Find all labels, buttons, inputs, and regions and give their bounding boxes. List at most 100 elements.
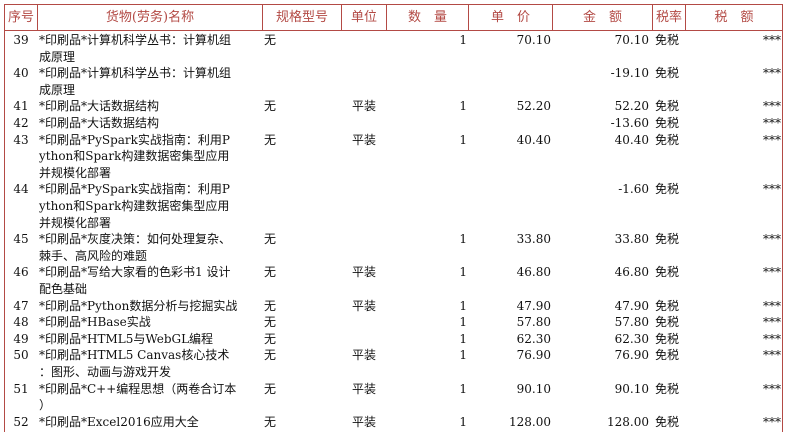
cell-spec: 无 <box>264 132 277 147</box>
table-row: 49 无 1 62.30 62.30 免税 *** *印刷品*HTML5与WebGL编程 <box>5 331 782 348</box>
cell-amount: 76.90 <box>614 348 649 363</box>
cell-tax: *** <box>763 298 781 313</box>
table-row: 48 无 1 57.80 57.80 免税 *** *印刷品*HBase实战 <box>5 314 782 331</box>
cell-price: 57.80 <box>516 315 551 330</box>
cell-unit: 平装 <box>352 414 377 429</box>
cell-amount: 46.80 <box>614 265 649 280</box>
cell-name-line: 并规模化部署 <box>39 165 112 180</box>
cell-name-line: 成原理 <box>39 49 76 64</box>
table-row: 42 -13.60 免税 *** *印刷品*大话数据结构 <box>5 115 782 132</box>
cell-tax: *** <box>763 132 781 147</box>
cell-price: 47.90 <box>516 298 551 313</box>
cell-spec: 无 <box>264 33 277 47</box>
cell-name-line: ython和Spark构建数据密集型应用 <box>39 198 230 213</box>
cell-price: 46.80 <box>516 265 551 280</box>
cell-name-line: ython和Spark构建数据密集型应用 <box>39 149 230 164</box>
table-row: 46 无 平装 1 46.80 46.80 免税 *** *印刷品*写给大家看的色彩书1 设计配… <box>5 264 782 297</box>
cell-name-line: 配色基础 <box>39 281 88 296</box>
cell-qty: 1 <box>459 381 467 396</box>
table-row: 44 -1.60 免税 *** *印刷品*PySpark实战指南：利用P ython和Sp… <box>5 181 782 231</box>
cell-amount: 40.40 <box>614 132 649 147</box>
cell-unit: 平装 <box>352 298 377 313</box>
header-spec: 规格型号 <box>275 10 328 25</box>
cell-unit: 平装 <box>352 99 377 114</box>
header-name: 货物(劳务)名称 <box>105 10 195 25</box>
cell-seq: 49 <box>13 331 29 346</box>
cell-qty: 1 <box>459 99 467 114</box>
cell-seq: 52 <box>13 414 29 429</box>
cell-name-line: 并规模化部署 <box>39 215 112 230</box>
cell-price: 33.80 <box>516 232 551 247</box>
cell-seq: 43 <box>13 132 29 147</box>
cell-tax: *** <box>763 265 781 280</box>
cell-rate: 免税 <box>655 66 680 81</box>
cell-qty: 1 <box>459 348 467 363</box>
cell-name-line: *印刷品*HTML5 Canvas核心技术 <box>39 348 230 363</box>
cell-price: 52.20 <box>516 99 551 114</box>
cell-tax: *** <box>763 381 781 396</box>
cell-amount: -1.60 <box>618 182 649 197</box>
cell-unit: 平装 <box>352 265 377 280</box>
cell-name-line: *印刷品*C++编程思想（两卷合订本 <box>39 381 237 396</box>
cell-name-line: *印刷品*PySpark实战指南：利用P <box>39 132 230 147</box>
cell-tax: *** <box>763 331 781 346</box>
table-row: 40 -19.10 免税 *** *印刷品*计算机科学丛书：计算机组 成原理 <box>5 65 782 98</box>
table-row: 52 无 平装 1 128.00 128.00 免税 *** *印刷品*Excel2016应用大… <box>5 414 782 431</box>
cell-seq: 50 <box>13 348 29 363</box>
cell-spec: 无 <box>264 414 277 429</box>
cell-price: 70.10 <box>516 33 551 47</box>
cell-spec: 无 <box>264 265 277 280</box>
cell-price: 76.90 <box>516 348 551 363</box>
header-qty: 数 量 <box>407 10 447 25</box>
cell-amount: 52.20 <box>614 99 649 114</box>
cell-spec: 无 <box>264 232 277 247</box>
cell-tax: *** <box>763 348 781 363</box>
cell-tax: *** <box>763 33 781 47</box>
cell-rate: 免税 <box>655 33 680 47</box>
cell-qty: 1 <box>459 232 467 247</box>
cell-rate: 免税 <box>655 331 680 346</box>
cell-amount: 57.80 <box>614 315 649 330</box>
cell-rate: 免税 <box>655 116 680 130</box>
cell-rate: 免税 <box>655 315 680 330</box>
table-header: 序号 货物(劳务)名称 规格型号 单位 数 量 单 价 金 额 税率 税 额 <box>5 5 782 31</box>
cell-amount: 128.00 <box>607 414 649 429</box>
cell-name-line: *印刷品*写给大家看的色彩书1 设计 <box>39 265 231 280</box>
cell-rate: 免税 <box>655 232 680 247</box>
cell-tax: *** <box>763 414 781 429</box>
cell-tax: *** <box>763 315 781 330</box>
cell-price: 90.10 <box>516 381 551 396</box>
cell-qty: 1 <box>459 265 467 280</box>
cell-qty: 1 <box>459 298 467 313</box>
cell-qty: 1 <box>459 315 467 330</box>
cell-seq: 44 <box>13 182 29 197</box>
cell-qty: 1 <box>459 132 467 147</box>
cell-name-line: *印刷品*灰度决策：如何处理复杂、 <box>39 232 232 247</box>
cell-unit: 平装 <box>352 381 377 396</box>
cell-name-line: *印刷品*大话数据结构 <box>39 99 160 114</box>
cell-price: 40.40 <box>516 132 551 147</box>
cell-name-line: *印刷品*计算机科学丛书：计算机组 <box>39 33 232 47</box>
cell-rate: 免税 <box>655 182 680 197</box>
cell-rate: 免税 <box>655 99 680 114</box>
cell-name-line: *印刷品*大话数据结构 <box>39 116 160 130</box>
table-row: 43 无 平装 1 40.40 40.40 免税 *** *印刷品*PySpark实战指南：利用… <box>5 132 782 182</box>
cell-amount: 33.80 <box>614 232 649 247</box>
cell-price: 128.00 <box>509 414 551 429</box>
cell-spec: 无 <box>264 381 277 396</box>
cell-seq: 46 <box>13 265 29 280</box>
cell-rate: 免税 <box>655 381 680 396</box>
cell-qty: 1 <box>459 331 467 346</box>
table-row: 41 无 平装 1 52.20 52.20 免税 *** *印刷品*大话数据结构 <box>5 98 782 115</box>
header-amount: 金 额 <box>582 10 622 25</box>
cell-tax: *** <box>763 66 781 81</box>
cell-amount: 70.10 <box>614 33 649 47</box>
cell-spec: 无 <box>264 298 277 313</box>
header-price: 单 价 <box>490 10 530 25</box>
cell-name-line: ） <box>39 398 52 413</box>
cell-spec: 无 <box>264 331 277 346</box>
cell-name-line: *印刷品*计算机科学丛书：计算机组 <box>39 66 232 81</box>
header-seq: 序号 <box>7 10 34 25</box>
table-row: 50 无 平装 1 76.90 76.90 免税 *** *印刷品*HTML5 Canvas核心… <box>5 347 782 380</box>
table-row: 47 无 平装 1 47.90 47.90 免税 *** *印刷品*Python数据分析与挖掘实… <box>5 298 782 315</box>
